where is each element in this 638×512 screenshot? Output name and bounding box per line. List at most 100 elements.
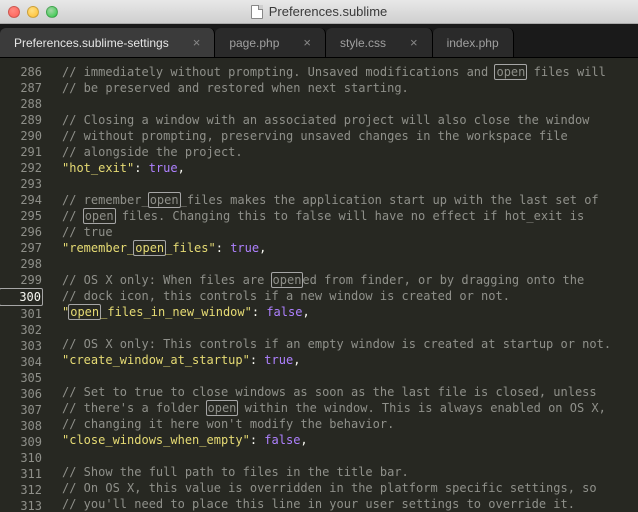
search-match: open xyxy=(83,208,116,224)
editor[interactable]: 2862872882892902912922932942952962972982… xyxy=(0,58,638,512)
line-number: 288 xyxy=(0,96,42,112)
token: : xyxy=(250,433,264,447)
token: files will xyxy=(526,65,605,79)
code-line[interactable]: // open files. Changing this to false wi… xyxy=(62,208,638,224)
line-number: 291 xyxy=(0,144,42,160)
minimize-icon[interactable] xyxy=(27,6,39,18)
document-icon xyxy=(251,5,263,19)
line-number: 310 xyxy=(0,450,42,466)
token: // dock icon, this controls if a new win… xyxy=(62,289,510,303)
code-line[interactable]: // OS X only: When files are opened from… xyxy=(62,272,638,288)
close-icon[interactable]: × xyxy=(193,35,201,50)
line-number: 301 xyxy=(0,306,42,322)
line-number: 309 xyxy=(0,434,42,450)
code-line[interactable]: // OS X only: This controls if an empty … xyxy=(62,336,638,352)
code-line[interactable]: // On OS X, this value is overridden in … xyxy=(62,480,638,496)
code-line[interactable]: // Closing a window with an associated p… xyxy=(62,112,638,128)
tab-style-css[interactable]: style.css × xyxy=(326,28,433,57)
token: , xyxy=(302,305,309,319)
line-number: 286 xyxy=(0,64,42,80)
code-line[interactable]: // remember_open_files makes the applica… xyxy=(62,192,638,208)
token: "remember_ xyxy=(62,241,134,255)
token: // OS X only: When files are xyxy=(62,273,272,287)
gutter: 2862872882892902912922932942952962972982… xyxy=(0,58,50,512)
token: // be preserved and restored when next s… xyxy=(62,81,409,95)
token: // On OS X, this value is overridden in … xyxy=(62,481,597,495)
code-line[interactable] xyxy=(62,96,638,112)
code-line[interactable]: // dock icon, this controls if a new win… xyxy=(62,288,638,304)
token: , xyxy=(259,241,266,255)
tab-label: page.php xyxy=(229,36,279,50)
code-line[interactable]: // Set to true to close windows as soon … xyxy=(62,384,638,400)
code-line[interactable]: // true xyxy=(62,224,638,240)
code-line[interactable]: "hot_exit": true, xyxy=(62,160,638,176)
token: // Set to true to close windows as soon … xyxy=(62,385,597,399)
tab-preferences-sublime-settings[interactable]: Preferences.sublime-settings × xyxy=(0,28,215,57)
token: _files_in_new_window" xyxy=(100,305,252,319)
token: _files" xyxy=(165,241,216,255)
token: , xyxy=(300,433,307,447)
token: true xyxy=(149,161,178,175)
line-number: 302 xyxy=(0,322,42,338)
code-line[interactable]: // there's a folder open within the wind… xyxy=(62,400,638,416)
close-icon[interactable] xyxy=(8,6,20,18)
search-match: open xyxy=(68,304,101,320)
token: // without prompting, preserving unsaved… xyxy=(62,129,568,143)
token: _files makes the application start up wi… xyxy=(180,193,599,207)
code-line[interactable]: // immediately without prompting. Unsave… xyxy=(62,64,638,80)
token: // there's a folder xyxy=(62,401,207,415)
code-line[interactable]: // Show the full path to files in the ti… xyxy=(62,464,638,480)
code-line[interactable]: "close_windows_when_empty": false, xyxy=(62,432,638,448)
line-number: 306 xyxy=(0,386,42,402)
code-line[interactable]: // alongside the project. xyxy=(62,144,638,160)
token: // remember_ xyxy=(62,193,149,207)
code-line[interactable]: "remember_open_files": true, xyxy=(62,240,638,256)
tab-index-php[interactable]: index.php xyxy=(433,28,514,57)
token: // you'll need to place this line in you… xyxy=(62,497,575,511)
close-icon[interactable]: × xyxy=(303,35,311,50)
code-line[interactable] xyxy=(62,176,638,192)
line-number: 299 xyxy=(0,272,42,288)
tab-label: Preferences.sublime-settings xyxy=(14,36,169,50)
code-line[interactable]: "create_window_at_startup": true, xyxy=(62,352,638,368)
token: // Closing a window with an associated p… xyxy=(62,113,589,127)
token: , xyxy=(293,353,300,367)
maximize-icon[interactable] xyxy=(46,6,58,18)
tabbar: Preferences.sublime-settings×page.php×st… xyxy=(0,24,638,58)
token: true xyxy=(264,353,293,367)
code-line[interactable] xyxy=(62,368,638,384)
tab-page-php[interactable]: page.php × xyxy=(215,28,326,57)
token: false xyxy=(264,433,300,447)
code-line[interactable]: // be preserved and restored when next s… xyxy=(62,80,638,96)
line-number: 298 xyxy=(0,256,42,272)
token: "hot_exit" xyxy=(62,161,134,175)
search-match: open xyxy=(133,240,166,256)
code-line[interactable]: "open_files_in_new_window": false, xyxy=(62,304,638,320)
line-number: 307 xyxy=(0,402,42,418)
line-number: 296 xyxy=(0,224,42,240)
token: true xyxy=(230,241,259,255)
token: // changing it here won't modify the beh… xyxy=(62,417,394,431)
token: // OS X only: This controls if an empty … xyxy=(62,337,611,351)
code-line[interactable]: // you'll need to place this line in you… xyxy=(62,496,638,512)
code-line[interactable]: // without prompting, preserving unsaved… xyxy=(62,128,638,144)
token: : xyxy=(134,161,148,175)
line-number: 294 xyxy=(0,192,42,208)
token: ed from finder, or by dragging onto the xyxy=(302,273,584,287)
token: files. Changing this to false will have … xyxy=(115,209,585,223)
code-line[interactable] xyxy=(62,448,638,464)
line-number: 312 xyxy=(0,482,42,498)
window-title: Preferences.sublime xyxy=(0,4,638,19)
code-line[interactable]: // changing it here won't modify the beh… xyxy=(62,416,638,432)
line-number: 300 xyxy=(0,288,43,306)
token: // Show the full path to files in the ti… xyxy=(62,465,409,479)
close-icon[interactable]: × xyxy=(410,35,418,50)
code-line[interactable] xyxy=(62,320,638,336)
line-number: 304 xyxy=(0,354,42,370)
search-match: open xyxy=(206,400,239,416)
code-area[interactable]: // immediately without prompting. Unsave… xyxy=(50,58,638,512)
tab-label: style.css xyxy=(340,36,386,50)
code-line[interactable] xyxy=(62,256,638,272)
token: "close_windows_when_empty" xyxy=(62,433,250,447)
token: within the window. This is always enable… xyxy=(237,401,605,415)
